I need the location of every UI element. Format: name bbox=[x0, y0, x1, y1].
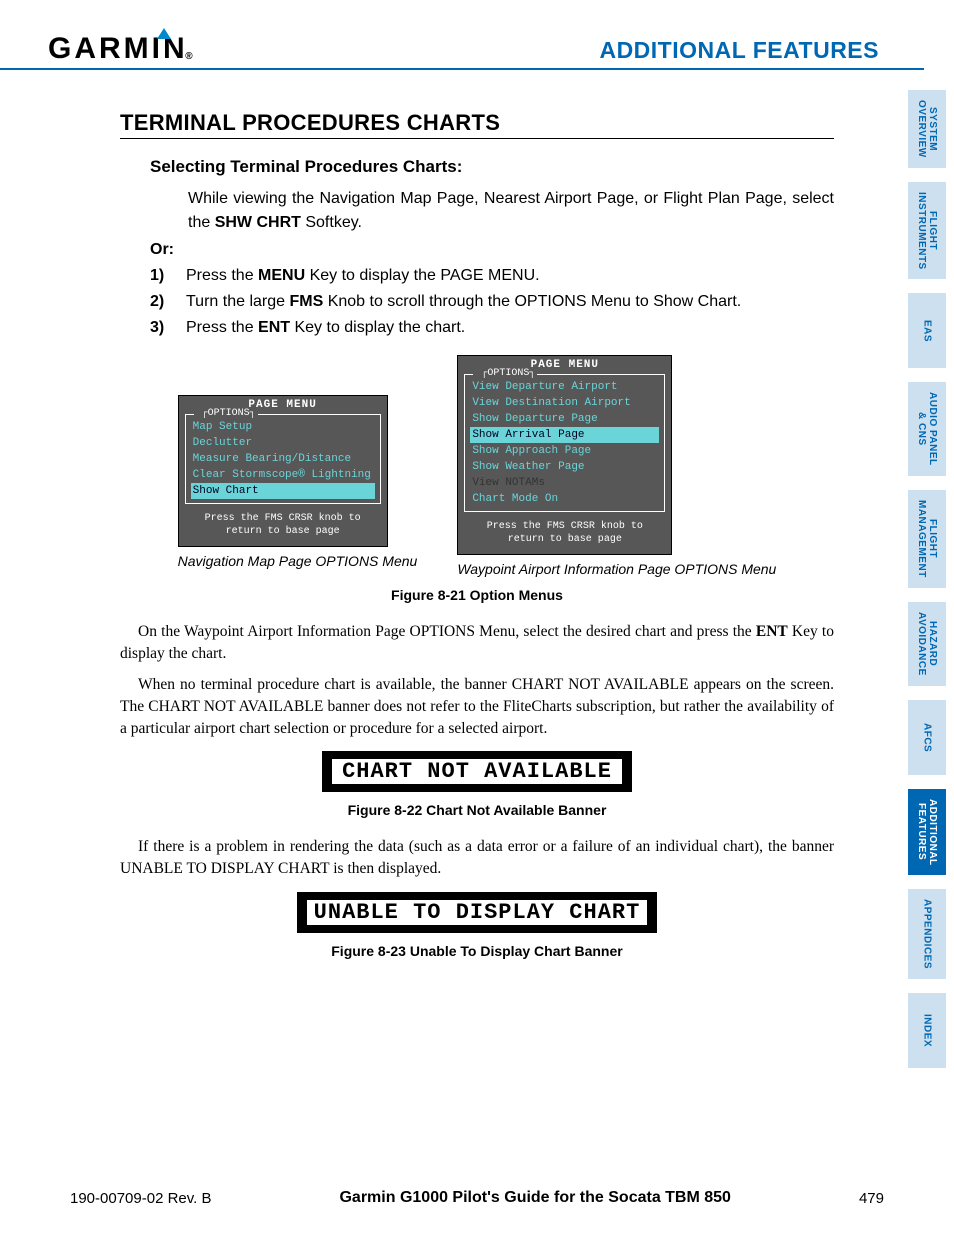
tab-system-overview[interactable]: SYSTEM OVERVIEW bbox=[908, 90, 946, 168]
menu-right-options: ┌OPTIONS┐ View Departure Airport View De… bbox=[464, 374, 665, 512]
opt-view-dest-airport[interactable]: View Destination Airport bbox=[470, 395, 659, 411]
banner1-text: CHART NOT AVAILABLE bbox=[332, 759, 622, 784]
menu-left-foot1: Press the FMS CRSR knob to bbox=[205, 513, 361, 524]
section-tabs: SYSTEM OVERVIEW FLIGHT INSTRUMENTS EAS A… bbox=[908, 90, 946, 1068]
step-2-pre: Turn the large bbox=[186, 293, 289, 310]
opt-view-dep-airport[interactable]: View Departure Airport bbox=[470, 379, 659, 395]
step-1-key: MENU bbox=[258, 267, 305, 284]
step-2: 2) Turn the large FMS Knob to scroll thr… bbox=[150, 293, 834, 311]
step-2-post: Knob to scroll through the OPTIONS Menu … bbox=[323, 293, 741, 310]
logo-triangle-icon bbox=[157, 28, 171, 39]
intro-paragraph: While viewing the Navigation Map Page, N… bbox=[188, 187, 834, 235]
opt-show-arrival-page[interactable]: Show Arrival Page bbox=[470, 427, 659, 443]
tab-hazard-avoidance[interactable]: HAZARD AVOIDANCE bbox=[908, 602, 946, 686]
step-3-key: ENT bbox=[258, 319, 290, 336]
opt-show-dep-page[interactable]: Show Departure Page bbox=[470, 411, 659, 427]
unable-to-display-banner: UNABLE TO DISPLAY CHART bbox=[297, 892, 657, 933]
tab-audio-panel-cns[interactable]: AUDIO PANEL & CNS bbox=[908, 382, 946, 476]
footer-title: Garmin G1000 Pilot's Guide for the Socat… bbox=[339, 1189, 730, 1207]
page-header: GARMIN ® ADDITIONAL FEATURES bbox=[0, 0, 924, 70]
body-p1-pre: On the Waypoint Airport Information Page… bbox=[138, 623, 756, 640]
body-p1-key: ENT bbox=[756, 623, 788, 640]
body-p3: If there is a problem in rendering the d… bbox=[120, 836, 834, 879]
chart-not-available-banner: CHART NOT AVAILABLE bbox=[322, 751, 632, 792]
garmin-logo: GARMIN ® bbox=[48, 32, 188, 68]
menu-left-options: ┌OPTIONS┐ Map Setup Declutter Measure Be… bbox=[185, 414, 381, 504]
step-1-pre: Press the bbox=[186, 267, 258, 284]
figure-8-21: PAGE MENU ┌OPTIONS┐ Map Setup Declutter … bbox=[120, 355, 834, 577]
section-heading: TERMINAL PROCEDURES CHARTS bbox=[120, 110, 834, 139]
logo-dot: ® bbox=[185, 51, 195, 62]
banner2-text: UNABLE TO DISPLAY CHART bbox=[307, 900, 647, 925]
opt-measure-bearing[interactable]: Measure Bearing/Distance bbox=[191, 451, 375, 467]
opt-clear-stormscope[interactable]: Clear Stormscope® Lightning bbox=[191, 467, 375, 483]
body-p1: On the Waypoint Airport Information Page… bbox=[120, 621, 834, 664]
steps-list: 1) Press the MENU Key to display the PAG… bbox=[150, 267, 834, 337]
footer-doc-rev: 190-00709-02 Rev. B bbox=[70, 1190, 211, 1207]
menu-right-footer: Press the FMS CRSR knob to return to bas… bbox=[458, 516, 671, 548]
intro-key: SHW CHRT bbox=[215, 214, 301, 231]
tab-flight-instruments[interactable]: FLIGHT INSTRUMENTS bbox=[908, 182, 946, 280]
body-p2: When no terminal procedure chart is avai… bbox=[120, 674, 834, 739]
options-label-right: ┌OPTIONS┐ bbox=[473, 368, 537, 379]
menu-left-footer: Press the FMS CRSR knob to return to bas… bbox=[179, 508, 387, 540]
waypoint-options-menu: PAGE MENU ┌OPTIONS┐ View Departure Airpo… bbox=[457, 355, 672, 555]
step-3: 3) Press the ENT Key to display the char… bbox=[150, 319, 834, 337]
tab-appendices[interactable]: APPENDICES bbox=[908, 889, 946, 979]
page-content: TERMINAL PROCEDURES CHARTS Selecting Ter… bbox=[0, 70, 904, 959]
menu-right-foot2: return to base page bbox=[508, 534, 622, 545]
nav-map-options-menu: PAGE MENU ┌OPTIONS┐ Map Setup Declutter … bbox=[178, 395, 388, 547]
step-3-num: 3) bbox=[150, 319, 186, 337]
footer-page-number: 479 bbox=[859, 1190, 884, 1207]
menu-left-caption: Navigation Map Page OPTIONS Menu bbox=[178, 553, 418, 569]
step-1: 1) Press the MENU Key to display the PAG… bbox=[150, 267, 834, 285]
intro-post: Softkey. bbox=[301, 214, 362, 231]
tab-afcs[interactable]: AFCS bbox=[908, 700, 946, 775]
step-1-num: 1) bbox=[150, 267, 186, 285]
menu-left-foot2: return to base page bbox=[226, 526, 340, 537]
subheading: Selecting Terminal Procedures Charts: bbox=[150, 157, 834, 177]
opt-chart-mode-on[interactable]: Chart Mode On bbox=[470, 491, 659, 507]
step-3-pre: Press the bbox=[186, 319, 258, 336]
figure-8-23-caption: Figure 8-23 Unable To Display Chart Bann… bbox=[120, 943, 834, 959]
menu-right-foot1: Press the FMS CRSR knob to bbox=[487, 521, 643, 532]
figure-8-22-caption: Figure 8-22 Chart Not Available Banner bbox=[120, 802, 834, 818]
opt-show-weather-page[interactable]: Show Weather Page bbox=[470, 459, 659, 475]
menu-right-caption: Waypoint Airport Information Page OPTION… bbox=[457, 561, 776, 577]
step-3-post: Key to display the chart. bbox=[290, 319, 465, 336]
menu-right-wrapper: PAGE MENU ┌OPTIONS┐ View Departure Airpo… bbox=[457, 355, 776, 577]
or-label: Or: bbox=[150, 241, 834, 259]
step-1-post: Key to display the PAGE MENU. bbox=[305, 267, 539, 284]
tab-index[interactable]: INDEX bbox=[908, 993, 946, 1068]
opt-view-notams: View NOTAMs bbox=[470, 475, 659, 491]
opt-show-approach-page[interactable]: Show Approach Page bbox=[470, 443, 659, 459]
opt-declutter[interactable]: Declutter bbox=[191, 435, 375, 451]
page-footer: 190-00709-02 Rev. B Garmin G1000 Pilot's… bbox=[70, 1189, 884, 1207]
opt-show-chart[interactable]: Show Chart bbox=[191, 483, 375, 499]
opt-map-setup[interactable]: Map Setup bbox=[191, 419, 375, 435]
header-title: ADDITIONAL FEATURES bbox=[599, 37, 879, 68]
tab-additional-features[interactable]: ADDITIONAL FEATURES bbox=[908, 789, 946, 876]
menu-left-wrapper: PAGE MENU ┌OPTIONS┐ Map Setup Declutter … bbox=[178, 395, 418, 569]
options-label-left: ┌OPTIONS┐ bbox=[194, 408, 258, 419]
step-2-key: FMS bbox=[289, 293, 323, 310]
tab-flight-management[interactable]: FLIGHT MANAGEMENT bbox=[908, 490, 946, 588]
tab-eas[interactable]: EAS bbox=[908, 293, 946, 368]
step-2-num: 2) bbox=[150, 293, 186, 311]
figure-8-21-caption: Figure 8-21 Option Menus bbox=[120, 587, 834, 603]
